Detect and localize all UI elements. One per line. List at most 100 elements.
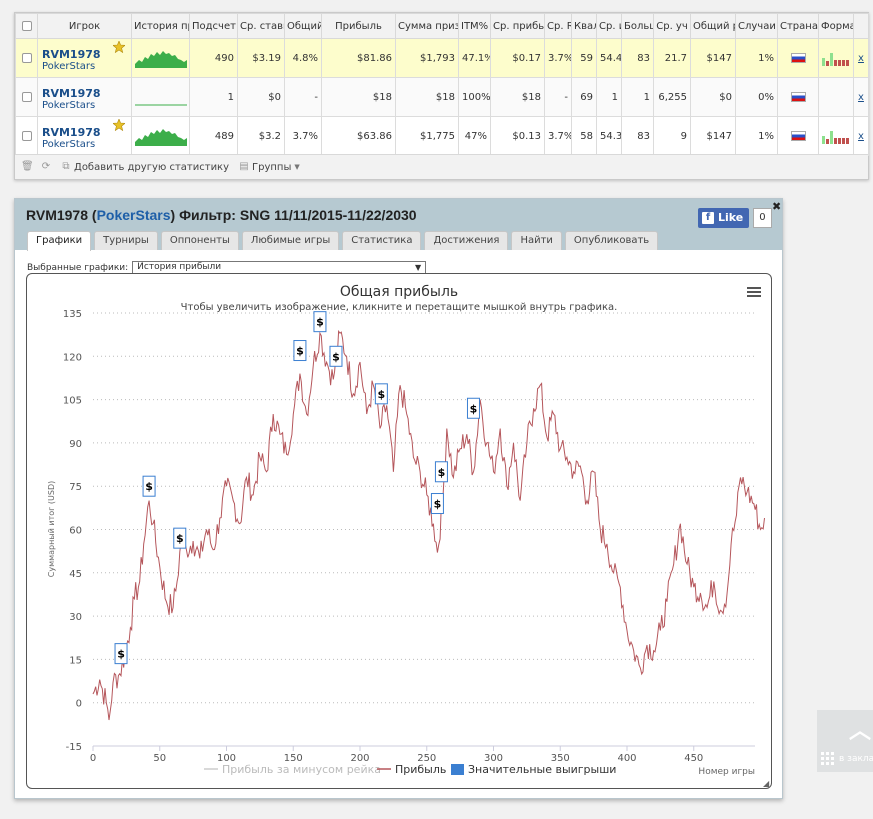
legend-rake-label[interactable]: Прибыль за минусом рейка: [222, 763, 381, 776]
col-prize-sum[interactable]: Сумма приз: [395, 13, 459, 39]
player-panel: RVM1978 (PokerStars) Фильтр: SNG 11/11/2…: [14, 198, 783, 799]
col-avg-part[interactable]: Ср. уч: [653, 13, 691, 39]
svg-text:$: $: [296, 345, 304, 358]
cell-cases: 0%: [735, 77, 778, 117]
col-itm[interactable]: ITM%: [458, 13, 491, 39]
big-win-marker[interactable]: $: [114, 643, 128, 665]
table-row[interactable]: RVM1978 PokerStars 490 $3.19 4.8% $81.86 $1,…: [15, 38, 869, 78]
col-history[interactable]: История пр: [131, 13, 190, 39]
tab-3[interactable]: Любимые игры: [241, 231, 340, 250]
profit-chart[interactable]: Общая прибыль Чтобы увеличить изображени…: [27, 274, 771, 788]
col-form[interactable]: Форма: [818, 13, 854, 39]
y-tick-label: 30: [69, 612, 82, 623]
history-sparkline: [135, 129, 187, 146]
big-win-marker[interactable]: $: [434, 461, 448, 483]
select-all-cell[interactable]: [15, 13, 38, 39]
history-sparkline-cell[interactable]: [131, 38, 190, 78]
resize-handle-icon[interactable]: ◢: [763, 780, 771, 788]
groups-dropdown[interactable]: ▤ Группы ▼: [239, 162, 300, 173]
add-stat-button[interactable]: ⧉ Добавить другую статистику: [61, 162, 229, 173]
form-cell: [818, 77, 854, 117]
form-bar: [830, 131, 833, 144]
col-avg-profit[interactable]: Ср. прибы: [490, 13, 545, 39]
dropdown-arrow-icon: ▼: [415, 263, 422, 272]
row-checkbox[interactable]: [21, 91, 32, 102]
history-sparkline-cell[interactable]: [131, 116, 190, 156]
cell-prize-sum: $1,775: [395, 116, 459, 156]
remove-row-link[interactable]: x: [858, 53, 864, 64]
facebook-like-widget: f Like 0: [698, 208, 772, 228]
form-bars: [822, 131, 849, 144]
col-avg-r[interactable]: Ср. R: [544, 13, 572, 39]
row-select-cell[interactable]: [15, 38, 38, 78]
stats-table-panel: Игрок История пр Подсчет Ср. ставк Общий…: [14, 12, 869, 180]
svg-text:$: $: [176, 532, 184, 545]
big-win-marker[interactable]: $: [313, 311, 327, 333]
row-select-cell[interactable]: [15, 116, 38, 156]
tab-7[interactable]: Опубликовать: [564, 231, 659, 250]
col-total[interactable]: Общий: [284, 13, 322, 39]
col-total-r[interactable]: Общий р: [690, 13, 736, 39]
col-cases[interactable]: Случаи: [735, 13, 778, 39]
y-tick-label: 45: [69, 569, 82, 580]
cell-avg-part: 6,255: [653, 77, 691, 117]
form-cell: [818, 116, 854, 156]
russia-flag-icon: [790, 91, 806, 102]
big-win-marker[interactable]: $: [293, 340, 307, 362]
player-name-link[interactable]: RVM1978: [42, 87, 128, 100]
close-icon[interactable]: ✖: [772, 200, 781, 213]
player-cell: RVM1978 PokerStars: [37, 38, 132, 78]
tab-4[interactable]: Статистика: [342, 231, 422, 250]
svg-text:$: $: [434, 498, 442, 511]
big-win-marker[interactable]: $: [142, 475, 156, 497]
filter-value: SNG 11/11/2015-11/22/2030: [239, 207, 417, 223]
tab-0[interactable]: Графики: [27, 231, 92, 251]
col-avg-stake[interactable]: Ср. ставк: [237, 13, 285, 39]
player-site-link[interactable]: PokerStars: [97, 207, 171, 223]
legend-profit-label[interactable]: Прибыль: [395, 763, 446, 776]
table-row[interactable]: RVM1978 PokerStars 489 $3.2 3.7% $63.86 $1,7…: [15, 116, 869, 156]
cell-profit: $18: [321, 77, 396, 117]
big-win-marker[interactable]: $: [466, 397, 480, 419]
row-checkbox[interactable]: [21, 130, 32, 141]
select-all-checkbox[interactable]: [21, 20, 32, 31]
russia-flag-icon: [790, 52, 806, 63]
big-win-marker[interactable]: $: [329, 345, 343, 367]
legend-bigwins-label[interactable]: Значительные выигрыши: [468, 763, 616, 776]
chart-subtitle: Чтобы увеличить изображение, кликните и …: [181, 302, 618, 313]
col-big[interactable]: Больш: [621, 13, 654, 39]
chart-menu-icon[interactable]: [747, 287, 761, 297]
tab-5[interactable]: Достижения: [424, 231, 509, 250]
row-select-cell[interactable]: [15, 77, 38, 117]
chevron-down-icon: ▼: [294, 163, 300, 171]
row-checkbox[interactable]: [21, 52, 32, 63]
cell-big: 83: [621, 38, 654, 78]
cell-avg-r: -: [544, 77, 572, 117]
facebook-like-button[interactable]: f Like: [698, 208, 750, 228]
trash-icon[interactable]: 🗑: [21, 162, 34, 172]
col-country[interactable]: Страна: [777, 13, 819, 39]
col-count[interactable]: Подсчет: [189, 13, 238, 39]
remove-row-link[interactable]: x: [858, 131, 864, 142]
tab-6[interactable]: Найти: [511, 231, 562, 250]
svg-text:$: $: [470, 402, 478, 415]
y-tick-label: 105: [63, 396, 82, 407]
col-profit[interactable]: Прибыль: [321, 13, 396, 39]
panel-tabs: Графики Турниры Оппоненты Любимые игры Стати…: [15, 231, 659, 251]
col-player[interactable]: Игрок: [37, 13, 132, 39]
col-avg-i[interactable]: Ср. и: [596, 13, 622, 39]
tab-2[interactable]: Оппоненты: [160, 231, 239, 250]
big-win-marker[interactable]: $: [430, 493, 444, 515]
table-row[interactable]: RVM1978 PokerStars 1 $0- $18 $18 100% $18-69 1…: [15, 77, 869, 117]
cell-count: 489: [189, 116, 238, 156]
col-qual[interactable]: Квал: [571, 13, 597, 39]
refresh-icon[interactable]: ⟳: [41, 162, 51, 172]
big-win-marker[interactable]: $: [374, 383, 388, 405]
remove-row-link[interactable]: x: [858, 92, 864, 103]
tab-1[interactable]: Турниры: [94, 231, 158, 250]
panel-title: RVM1978 (PokerStars) Фильтр: SNG 11/11/2…: [26, 207, 417, 223]
big-win-marker[interactable]: $: [173, 527, 187, 549]
player-name: RVM1978: [26, 207, 89, 223]
history-sparkline-cell[interactable]: [131, 77, 190, 117]
apps-grid-icon[interactable]: [821, 752, 835, 766]
